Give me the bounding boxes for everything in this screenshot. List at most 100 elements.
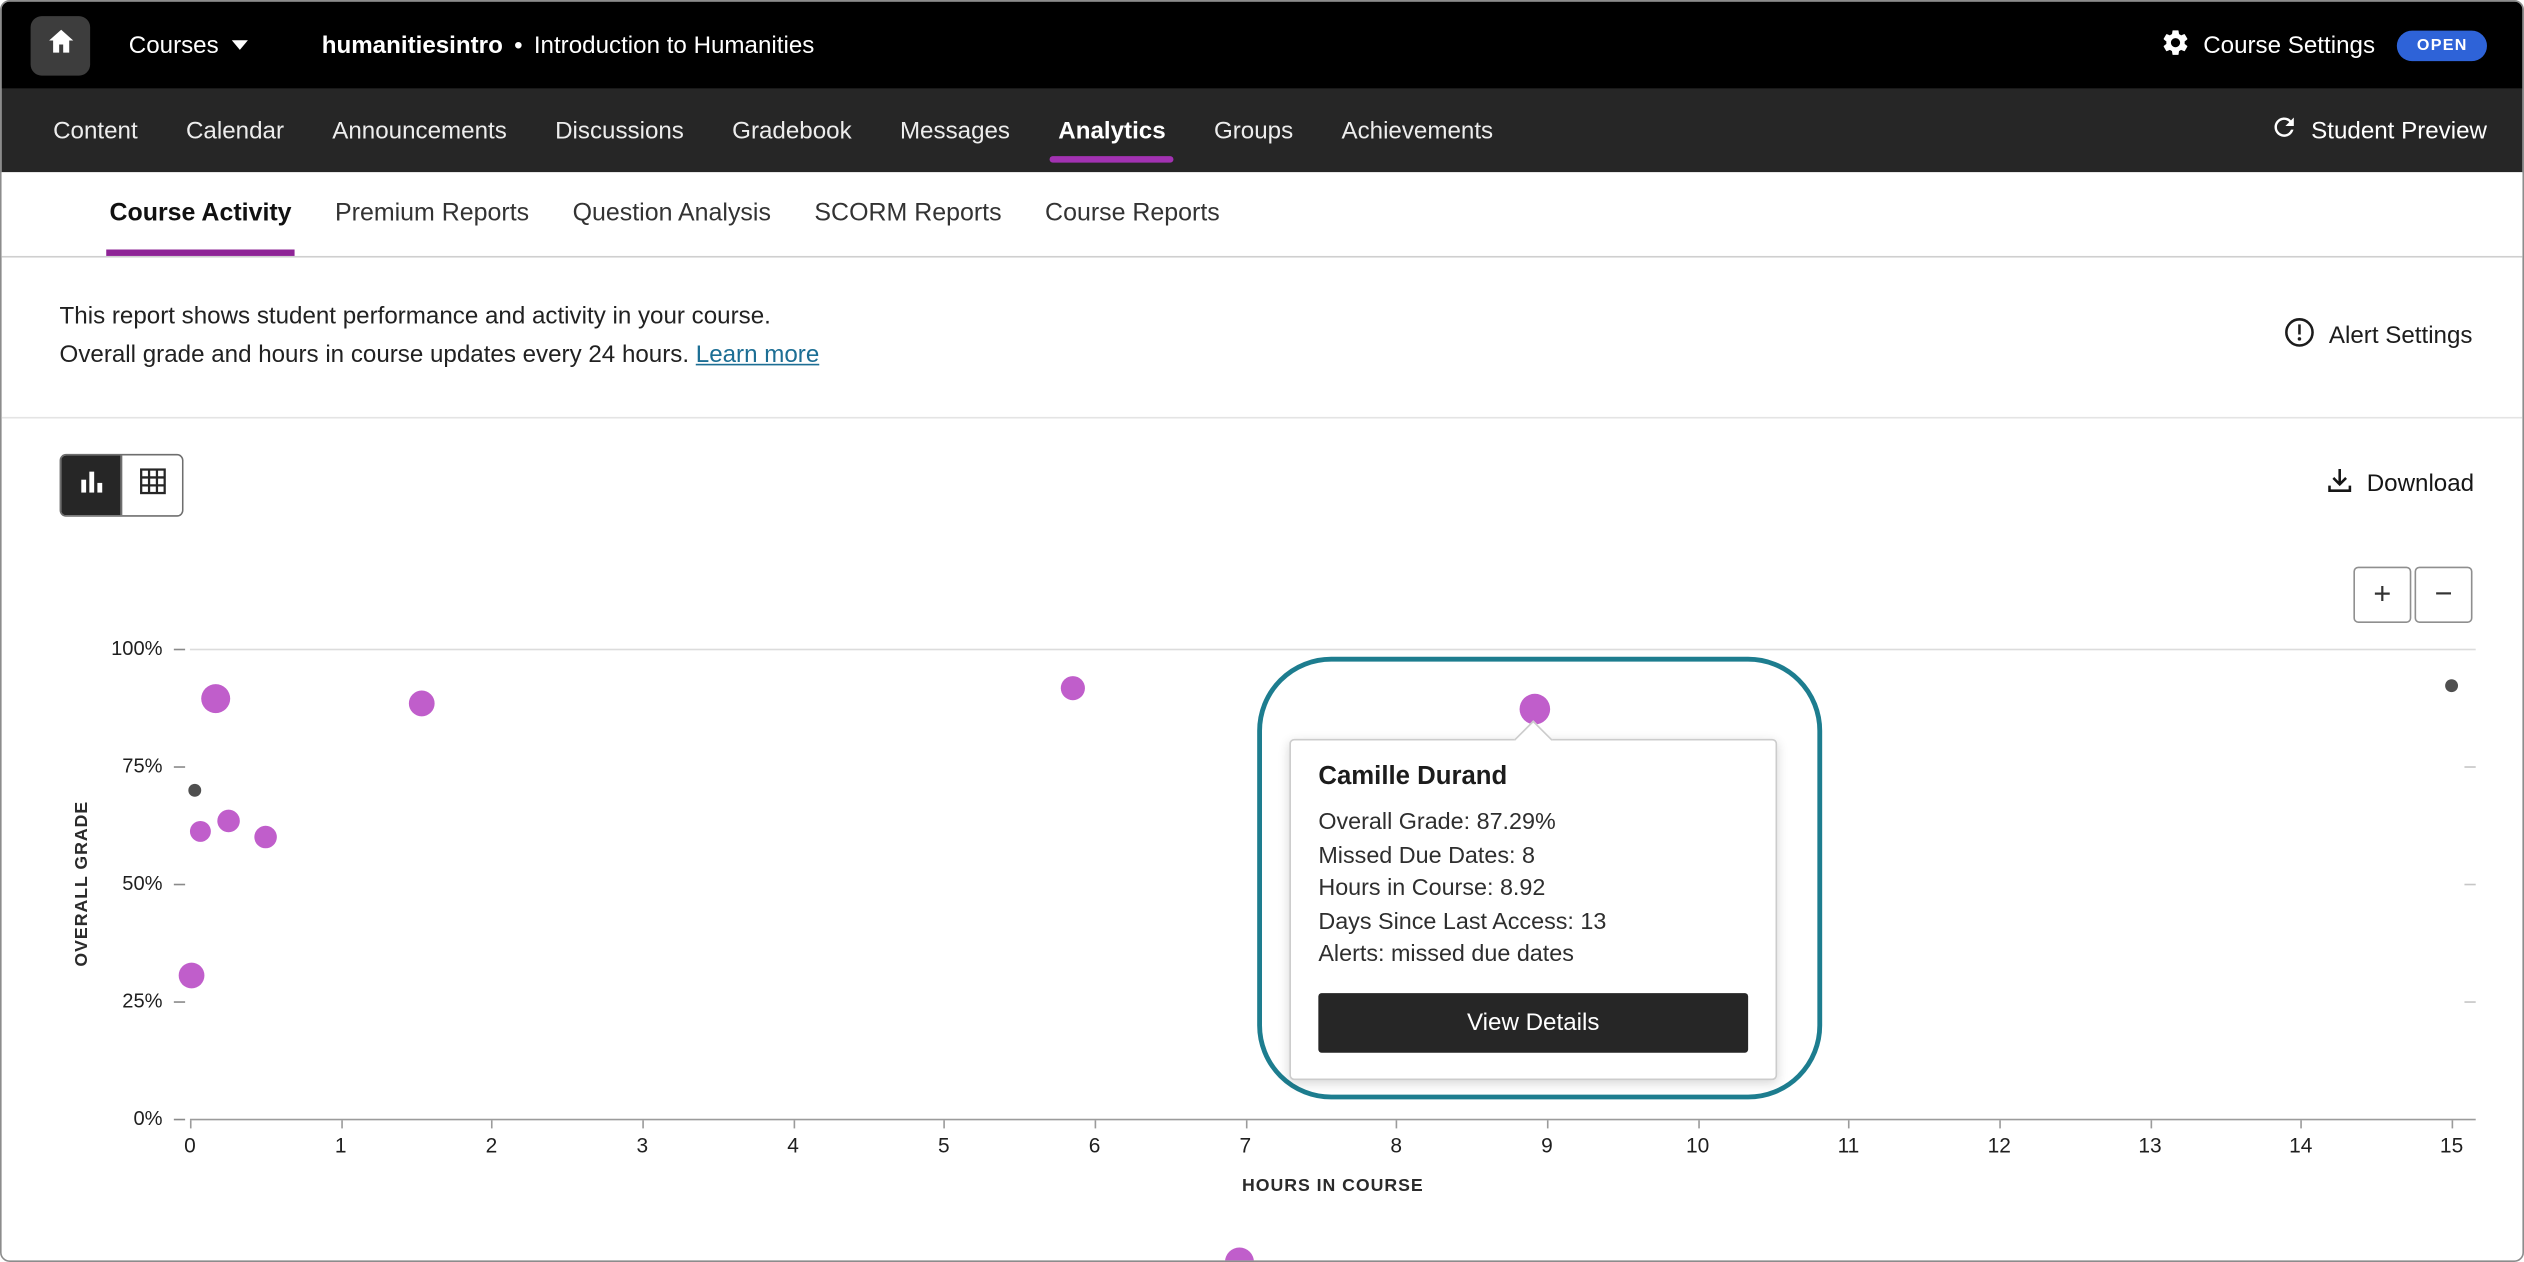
x-tick-label: 10 <box>1686 1133 1709 1157</box>
learn-more-link[interactable]: Learn more <box>696 341 819 368</box>
x-tick-mark <box>944 1120 946 1128</box>
student-point[interactable] <box>254 825 277 848</box>
student-point[interactable] <box>190 822 211 843</box>
nav-tab-calendar[interactable]: Calendar <box>186 89 284 173</box>
open-badge-label: OPEN <box>2417 36 2468 54</box>
y-tick-mark <box>174 766 185 768</box>
y-tick-mark-right <box>2464 766 2475 768</box>
nav-tab-gradebook[interactable]: Gradebook <box>732 89 851 173</box>
subtab-course-activity[interactable]: Course Activity <box>109 172 291 256</box>
app-window: Courses humanitiesintro • Introduction t… <box>0 0 2524 1262</box>
x-tick-label: 14 <box>2289 1133 2312 1157</box>
student-preview-button[interactable]: Student Preview <box>2269 113 2487 148</box>
zoom-out-button[interactable]: − <box>2415 567 2473 623</box>
x-tick-label: 9 <box>1541 1133 1553 1157</box>
y-axis-title: OVERALL GRADE <box>72 801 91 967</box>
y-tick-label: 25% <box>66 990 163 1013</box>
zoom-in-button[interactable]: + <box>2353 567 2411 623</box>
nav-tab-analytics[interactable]: Analytics <box>1058 89 1165 173</box>
top-bar: Courses humanitiesintro • Introduction t… <box>2 2 2523 89</box>
nav-tab-groups[interactable]: Groups <box>1214 89 1293 173</box>
course-code: humanitiesintro <box>322 31 503 58</box>
x-tick-mark <box>1999 1120 2001 1128</box>
student-point[interactable] <box>1225 1248 1254 1262</box>
tooltip-missed-due-dates: Missed Due Dates: 8 <box>1318 839 1748 872</box>
tooltip-student-name: Camille Durand <box>1318 763 1748 792</box>
x-tick-mark <box>1245 1120 1247 1128</box>
table-icon <box>138 467 167 504</box>
tooltip-overall-grade: Overall Grade: 87.29% <box>1318 806 1748 839</box>
alert-settings-label: Alert Settings <box>2329 322 2473 349</box>
nav-tab-announcements[interactable]: Announcements <box>332 89 507 173</box>
x-tick-mark <box>1396 1120 1398 1128</box>
y-tick-mark <box>174 884 185 886</box>
top-gridline <box>190 649 2476 651</box>
home-icon <box>44 25 76 65</box>
x-tick-mark <box>1547 1120 1549 1128</box>
student-point[interactable] <box>1061 677 1085 701</box>
tooltip-hours-in-course: Hours in Course: 8.92 <box>1318 872 1748 905</box>
alert-icon <box>2282 316 2316 356</box>
alert-settings-button[interactable]: Alert Settings <box>2282 316 2472 356</box>
description-line1: This report shows student performance an… <box>60 298 820 337</box>
nav-tab-discussions[interactable]: Discussions <box>555 89 684 173</box>
student-point[interactable] <box>179 963 205 989</box>
student-point[interactable] <box>201 684 230 713</box>
x-tick-mark <box>1848 1120 1850 1128</box>
y-tick-mark-right <box>2464 1001 2475 1003</box>
x-axis-title: HOURS IN COURSE <box>1242 1177 1424 1196</box>
report-description: This report shows student performance an… <box>60 298 820 375</box>
secondary-point[interactable] <box>2445 680 2458 693</box>
gear-icon <box>2160 27 2191 64</box>
x-tick-label: 6 <box>1089 1133 1101 1157</box>
x-tick-label: 0 <box>184 1133 196 1157</box>
course-open-badge[interactable]: OPEN <box>2398 30 2487 61</box>
student-preview-label: Student Preview <box>2311 117 2487 144</box>
x-tick-mark <box>793 1120 795 1128</box>
courses-menu-button[interactable]: Courses <box>129 31 248 58</box>
x-tick-label: 4 <box>787 1133 799 1157</box>
view-details-button[interactable]: View Details <box>1318 992 1748 1052</box>
course-title: humanitiesintro • Introduction to Humani… <box>322 31 815 58</box>
x-tick-label: 3 <box>636 1133 648 1157</box>
subtab-course-reports[interactable]: Course Reports <box>1045 172 1220 256</box>
nav-tab-content[interactable]: Content <box>53 89 138 173</box>
secondary-point[interactable] <box>188 783 201 796</box>
x-tick-mark <box>2301 1120 2303 1128</box>
description-line2-wrap: Overall grade and hours in course update… <box>60 336 820 375</box>
course-settings-button[interactable]: Course Settings <box>2160 27 2375 64</box>
y-tick-mark <box>174 1119 185 1121</box>
x-tick-label: 8 <box>1390 1133 1402 1157</box>
x-tick-label: 12 <box>1988 1133 2011 1157</box>
table-view-button[interactable] <box>121 456 182 516</box>
x-tick-mark <box>642 1120 644 1128</box>
section-divider <box>2 417 2523 419</box>
x-tick-mark <box>2452 1120 2454 1128</box>
subtab-premium-reports[interactable]: Premium Reports <box>335 172 529 256</box>
student-point[interactable] <box>409 690 435 716</box>
title-separator: • <box>514 31 522 58</box>
nav-tab-messages[interactable]: Messages <box>900 89 1010 173</box>
course-name: Introduction to Humanities <box>534 31 815 58</box>
x-tick-mark <box>190 1120 192 1128</box>
download-button[interactable]: Download <box>2325 465 2474 502</box>
x-tick-mark <box>341 1120 343 1128</box>
y-tick-mark <box>174 1001 185 1003</box>
x-tick-mark <box>1095 1120 1097 1128</box>
x-tick-mark <box>1698 1120 1700 1128</box>
tooltip-days-since-access: Days Since Last Access: 13 <box>1318 905 1748 938</box>
y-tick-mark <box>174 649 185 651</box>
chevron-down-icon <box>232 40 248 50</box>
tooltip-alerts: Alerts: missed due dates <box>1318 938 1748 971</box>
x-tick-mark <box>2150 1120 2152 1128</box>
nav-tab-achievements[interactable]: Achievements <box>1341 89 1493 173</box>
courses-label: Courses <box>129 31 219 58</box>
subtab-scorm-reports[interactable]: SCORM Reports <box>814 172 1001 256</box>
chart-view-button[interactable] <box>61 456 121 516</box>
home-button[interactable] <box>31 15 91 75</box>
subtab-question-analysis[interactable]: Question Analysis <box>573 172 771 256</box>
student-point[interactable] <box>218 809 241 832</box>
bar-chart-icon <box>76 467 105 504</box>
y-tick-label: 100% <box>66 637 163 660</box>
course-settings-label: Course Settings <box>2203 31 2375 58</box>
